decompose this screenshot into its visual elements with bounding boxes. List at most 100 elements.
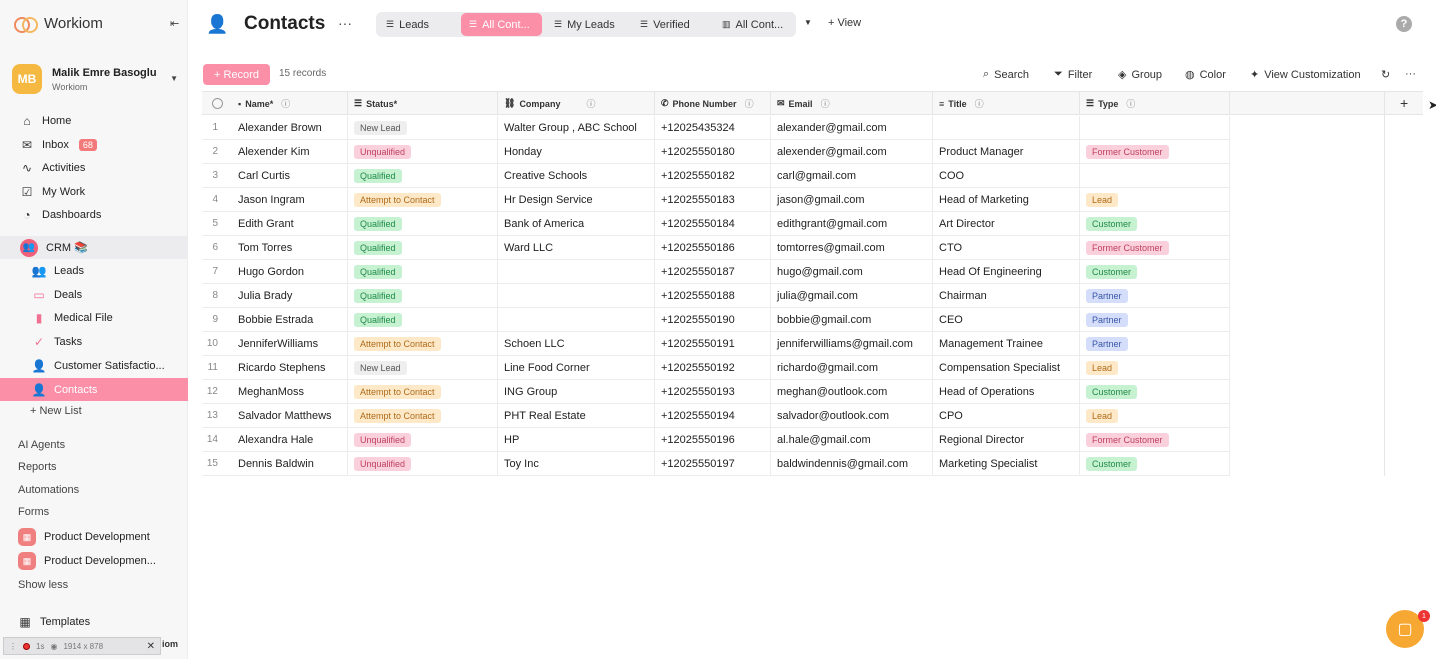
color-button[interactable]: ◍ Color xyxy=(1185,68,1226,82)
form-product-development-2[interactable]: ▦ Product Developmen... xyxy=(18,552,156,570)
record-icon[interactable] xyxy=(23,642,30,650)
filter-button[interactable]: ⏷ Filter xyxy=(1054,68,1092,81)
cell-name[interactable]: Hugo Gordon xyxy=(232,260,348,283)
nav-templates[interactable]: ▦ Templates xyxy=(0,610,188,633)
eye-icon[interactable]: ◉ xyxy=(50,642,57,651)
cell-email[interactable]: meghan@outlook.com xyxy=(771,380,933,403)
more-options-icon[interactable]: ··· xyxy=(1405,68,1416,80)
cell-phone[interactable]: +12025550193 xyxy=(655,380,771,403)
cell-type[interactable]: Partner xyxy=(1080,308,1230,331)
cell-n[interactable]: 10 xyxy=(202,332,226,355)
cell-type[interactable]: Customer xyxy=(1080,212,1230,235)
nav-home[interactable]: ⌂ Home xyxy=(0,109,188,132)
nav-leads[interactable]: 👥 Leads xyxy=(0,259,188,282)
cell-n[interactable]: 15 xyxy=(202,452,226,475)
cell-n[interactable]: 3 xyxy=(202,164,226,187)
cell-name[interactable]: Edith Grant xyxy=(232,212,348,235)
cell-status[interactable]: Qualified xyxy=(348,260,498,283)
cell-company[interactable]: Ward LLC xyxy=(498,236,655,259)
cell-n[interactable]: 13 xyxy=(202,404,226,427)
nav-activities[interactable]: ∿ Activities xyxy=(0,156,188,179)
cell-title[interactable]: Product Manager xyxy=(933,140,1080,163)
cell-type[interactable]: Former Customer xyxy=(1080,428,1230,451)
cell-status[interactable]: Qualified xyxy=(348,308,498,331)
cell-name[interactable]: Alexender Kim xyxy=(232,140,348,163)
cell-name[interactable]: Dennis Baldwin xyxy=(232,452,348,475)
cell-name[interactable]: Ricardo Stephens xyxy=(232,356,348,379)
nav-deals[interactable]: ▭ Deals xyxy=(0,283,188,306)
cell-company[interactable]: Bank of America xyxy=(498,212,655,235)
info-icon[interactable]: ⓘ xyxy=(975,97,984,110)
cell-n[interactable]: 11 xyxy=(202,356,226,379)
cell-status[interactable]: Attempt to Contact xyxy=(348,404,498,427)
cell-n[interactable]: 1 xyxy=(202,116,226,139)
form-product-development[interactable]: ▦ Product Development xyxy=(18,528,150,546)
info-icon[interactable]: ⓘ xyxy=(745,97,754,110)
cell-type[interactable]: Partner xyxy=(1080,332,1230,355)
nav-reports[interactable]: Reports xyxy=(18,461,57,473)
cell-title[interactable]: Head of Operations xyxy=(933,380,1080,403)
cell-type[interactable] xyxy=(1080,164,1230,187)
cell-type[interactable]: Lead xyxy=(1080,188,1230,211)
cell-phone[interactable]: +12025550188 xyxy=(655,284,771,307)
cell-company[interactable]: Line Food Corner xyxy=(498,356,655,379)
cell-name[interactable]: Bobbie Estrada xyxy=(232,308,348,331)
column-header-phone[interactable]: ✆ Phone Number ⓘ xyxy=(655,92,771,115)
cell-type[interactable]: Lead xyxy=(1080,356,1230,379)
cell-email[interactable]: richardo@gmail.com xyxy=(771,356,933,379)
cell-phone[interactable]: +12025550186 xyxy=(655,236,771,259)
refresh-icon[interactable]: ↻ xyxy=(1381,68,1390,81)
table-row[interactable]: 6 Tom Torres Qualified Ward LLC +12025550186… xyxy=(202,236,1230,260)
column-header-company[interactable]: ⛓ Company ⓘ xyxy=(498,92,655,115)
nav-my-work[interactable]: ☑ My Work xyxy=(0,180,188,203)
cell-company[interactable] xyxy=(498,308,655,331)
brand[interactable]: Workiom xyxy=(14,14,103,33)
cell-status[interactable]: Attempt to Contact xyxy=(348,332,498,355)
drag-handle-icon[interactable]: ⋮ xyxy=(9,642,17,651)
nav-contacts[interactable]: 👤 Contacts xyxy=(0,378,188,401)
table-row[interactable]: 12 MeghanMoss Attempt to Contact ING Group +… xyxy=(202,380,1230,404)
nav-dashboards[interactable]: ◔ Dashboards xyxy=(0,203,188,226)
add-column-button[interactable]: + xyxy=(1400,95,1408,111)
cell-email[interactable]: julia@gmail.com xyxy=(771,284,933,307)
cell-name[interactable]: Jason Ingram xyxy=(232,188,348,211)
cell-type[interactable]: Customer xyxy=(1080,452,1230,475)
cell-n[interactable]: 4 xyxy=(202,188,226,211)
tab-leads[interactable]: ☰ Leads xyxy=(378,13,437,36)
cell-company[interactable]: ING Group xyxy=(498,380,655,403)
cell-n[interactable]: 7 xyxy=(202,260,226,283)
table-row[interactable]: 9 Bobbie Estrada Qualified +12025550190 bobb… xyxy=(202,308,1230,332)
nav-tasks[interactable]: ✓ Tasks xyxy=(0,330,188,353)
cell-title[interactable]: Head of Marketing xyxy=(933,188,1080,211)
cell-status[interactable]: Unqualified xyxy=(348,140,498,163)
cell-n[interactable]: 12 xyxy=(202,380,226,403)
select-all-checkbox[interactable] xyxy=(202,92,232,115)
cell-title[interactable]: Regional Director xyxy=(933,428,1080,451)
cell-phone[interactable]: +12025550197 xyxy=(655,452,771,475)
cell-email[interactable]: baldwindennis@gmail.com xyxy=(771,452,933,475)
cell-n[interactable]: 5 xyxy=(202,212,226,235)
cell-status[interactable]: Qualified xyxy=(348,212,498,235)
cell-company[interactable]: HP xyxy=(498,428,655,451)
table-row[interactable]: 8 Julia Brady Qualified +12025550188 julia@g… xyxy=(202,284,1230,308)
cell-email[interactable]: jason@gmail.com xyxy=(771,188,933,211)
cell-phone[interactable]: +12025435324 xyxy=(655,116,771,139)
cell-name[interactable]: Carl Curtis xyxy=(232,164,348,187)
cell-email[interactable]: salvador@outlook.com xyxy=(771,404,933,427)
cell-status[interactable]: Unqualified xyxy=(348,428,498,451)
close-icon[interactable]: ✕ xyxy=(147,641,155,652)
cell-phone[interactable]: +12025550183 xyxy=(655,188,771,211)
search-button[interactable]: ⌕ Search xyxy=(983,68,1029,81)
help-icon[interactable]: ? xyxy=(1396,16,1412,32)
cell-n[interactable]: 2 xyxy=(202,140,226,163)
cell-type[interactable]: Former Customer xyxy=(1080,236,1230,259)
cell-email[interactable]: edithgrant@gmail.com xyxy=(771,212,933,235)
cell-company[interactable]: PHT Real Estate xyxy=(498,404,655,427)
cell-n[interactable]: 8 xyxy=(202,284,226,307)
column-header-status[interactable]: ☰ Status* xyxy=(348,92,498,115)
group-button[interactable]: ◈ Group xyxy=(1118,68,1162,82)
cell-name[interactable]: Salvador Matthews xyxy=(232,404,348,427)
cell-company[interactable]: Creative Schools xyxy=(498,164,655,187)
nav-automations[interactable]: Automations xyxy=(18,484,79,496)
tab-all-contacts[interactable]: ☰ All Cont... xyxy=(461,13,542,36)
